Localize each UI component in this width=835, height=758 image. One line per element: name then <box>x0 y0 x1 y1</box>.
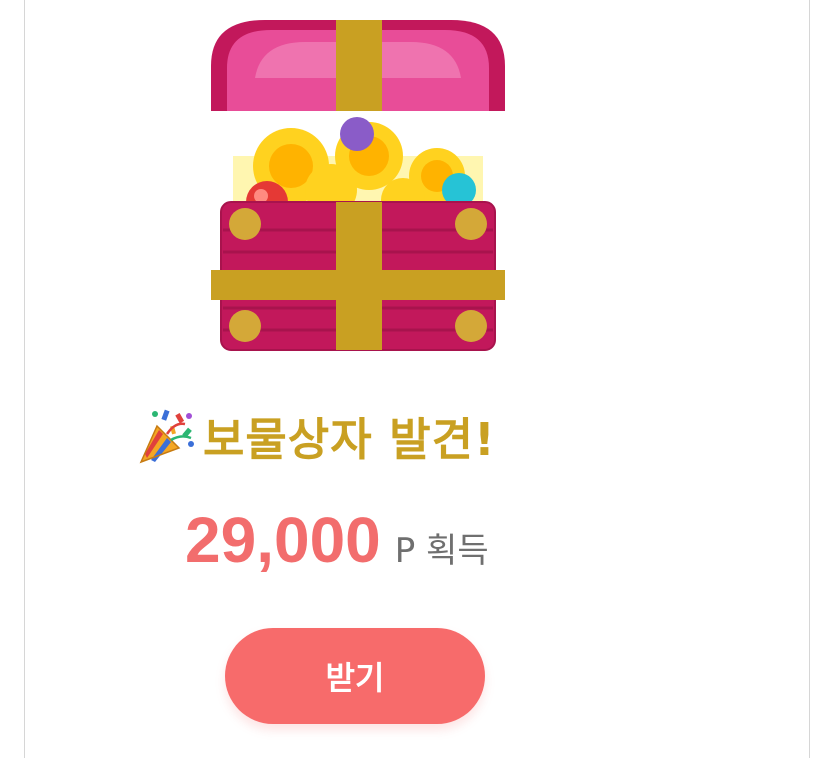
claim-button[interactable]: 받기 <box>225 628 485 724</box>
reward-amount: 29,000 <box>185 504 381 576</box>
treasure-chest-icon <box>211 20 505 351</box>
reward-card: 보물상자 발견! 29,000 P 획득 받기 <box>24 0 810 758</box>
reward-unit-label: P 획득 <box>394 531 489 571</box>
reward-title: 보물상자 발견! <box>203 412 496 466</box>
reward-title-row: 보물상자 발견! <box>137 400 496 470</box>
party-popper-icon <box>139 409 194 464</box>
reward-points-row: 29,000 P 획득 <box>185 503 489 583</box>
